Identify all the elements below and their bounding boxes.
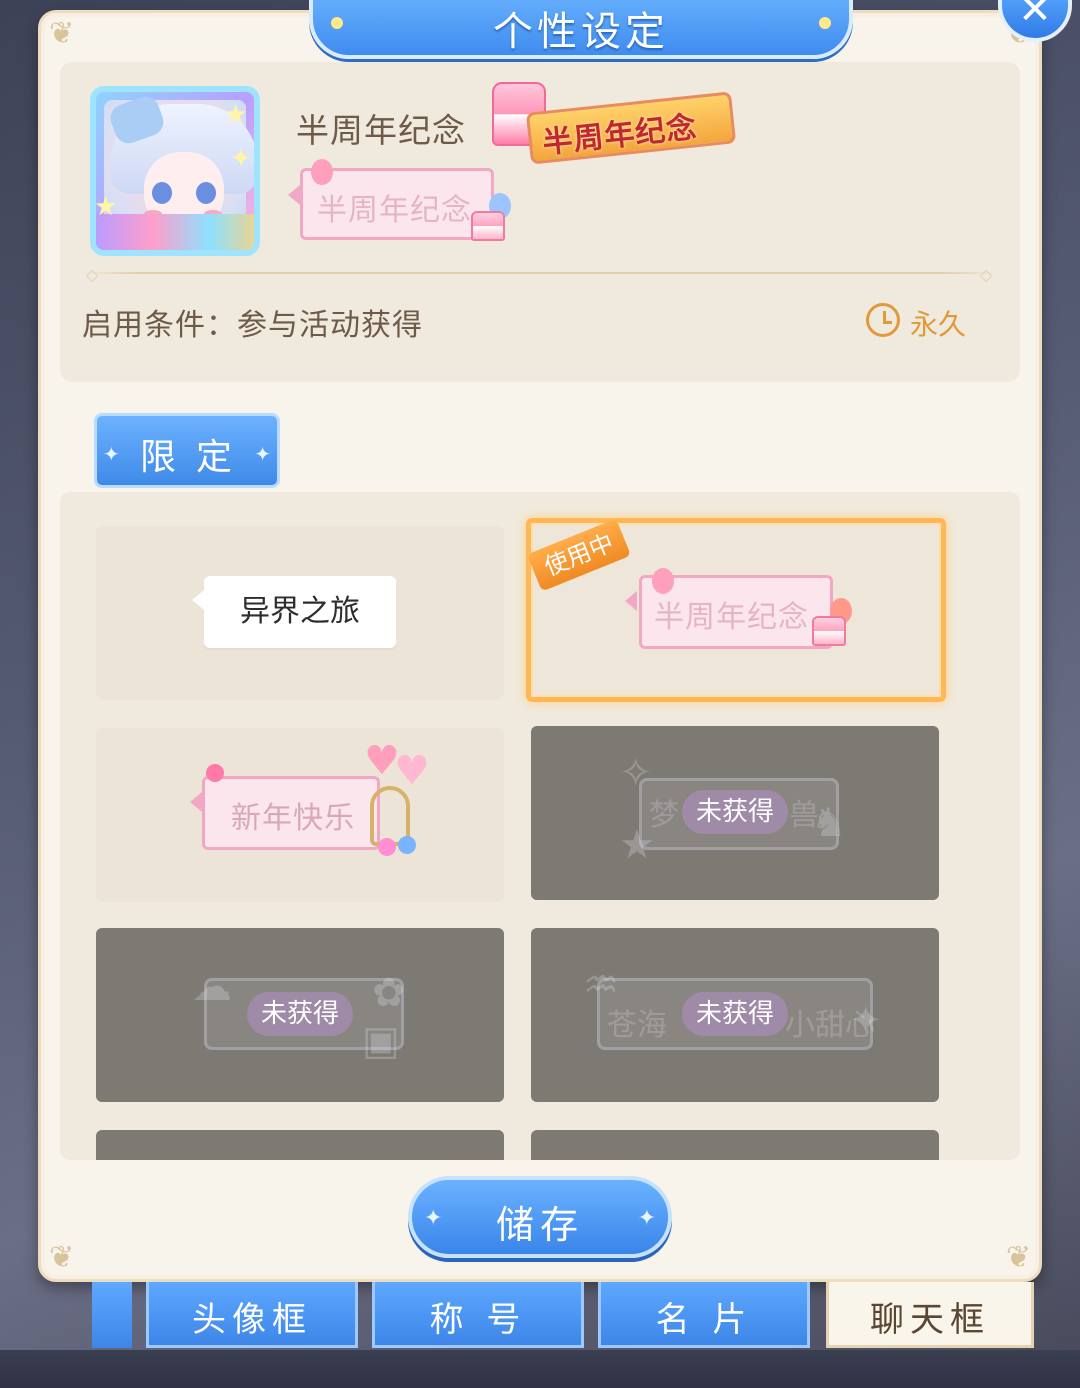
banner-dot-icon — [331, 17, 343, 29]
tab-limited[interactable]: ✦ 限定 ✦ — [94, 413, 280, 488]
not-obtained-badge: 未获得 — [247, 992, 353, 1036]
sparkle-icon: ✦ — [254, 442, 271, 466]
cake-icon — [471, 211, 505, 241]
divider-diamond-icon: ◇ — [86, 265, 99, 284]
name-badge: 半周年纪念 — [488, 76, 750, 168]
corner-ornament-icon: ❦ — [49, 16, 75, 51]
background-strip — [0, 1350, 1080, 1388]
unicorn-icon: ♞ — [811, 800, 847, 846]
cat-icon: ✦ — [849, 998, 883, 1044]
in-use-badge: 使用中 — [527, 518, 631, 592]
save-button[interactable]: ✦ 储存 ✦ — [408, 1176, 672, 1258]
corner-ornament-icon: ❦ — [49, 1240, 75, 1275]
chat-frame-preview: 新年快乐 — [202, 776, 380, 850]
chat-frame-preview: 半周年纪念 — [639, 568, 852, 649]
chat-frame-item[interactable]: 异界之旅 — [96, 526, 504, 700]
not-obtained-badge: 未获得 — [682, 992, 788, 1036]
duration-label: 永久 — [910, 308, 967, 341]
chat-frame-item-locked[interactable]: 苍海 小甜心 ♒ ✦ 未获得 — [531, 928, 939, 1102]
fish-icon: ♒ — [583, 962, 619, 1008]
cloud-icon: ☁ — [192, 964, 232, 1010]
star-icon: ✦ — [230, 144, 252, 174]
cake-icon — [812, 616, 846, 646]
chat-frame-item-locked[interactable]: ☁ ▣ ✿ 未获得 — [96, 928, 504, 1102]
chat-frame-preview-text: 半周年纪念 — [654, 600, 809, 635]
bubble-tail — [625, 591, 637, 611]
unlock-condition: 启用条件：参与活动获得 — [82, 308, 423, 343]
tab-title-label: 称 号 — [429, 1300, 527, 1340]
bubble-tail — [190, 792, 202, 812]
chat-frame-item-locked[interactable]: 梦 兽 ✧ ★ ♞ 未获得 — [531, 726, 939, 900]
bubble-tail — [288, 185, 300, 205]
chat-frame-grid: 异界之旅 半周年纪念 使用中 新年快乐 ♥ ♥ 梦 兽 ✧ ★ ♞ 未获得 ☁ … — [60, 492, 1020, 1160]
star-icon: ★ — [224, 100, 248, 130]
divider — [82, 272, 998, 274]
clock-icon — [866, 303, 900, 337]
balloon-icon — [652, 568, 674, 594]
chat-frame-preview: 异界之旅 — [204, 576, 396, 648]
tab-limited-label: 限定 — [139, 437, 252, 478]
item-name: 半周年纪念 — [296, 111, 466, 150]
avatar-frame-decor — [96, 214, 254, 250]
flower-icon — [398, 836, 416, 854]
avatar-eye — [196, 182, 216, 204]
close-icon: ✕ — [1018, 0, 1052, 33]
star-icon: ✧ — [619, 750, 653, 796]
bunny-icon: ✿ — [372, 970, 406, 1016]
tab-avatar-frame[interactable]: 头像框 — [146, 1282, 358, 1348]
gift-icon: ▣ — [362, 1018, 400, 1064]
corner-ornament-icon: ❦ — [1005, 1240, 1031, 1275]
banner-dot-icon — [819, 17, 831, 29]
bubble-tail — [192, 590, 204, 610]
sparkle-icon: ✦ — [637, 1206, 656, 1231]
tab-overflow[interactable] — [92, 1282, 132, 1348]
divider-diamond-icon: ◇ — [980, 265, 993, 284]
chat-frame-item-selected[interactable]: 半周年纪念 使用中 — [526, 518, 946, 702]
save-button-label: 储存 — [495, 1203, 584, 1247]
chat-bubble-preview: 半周年纪念 — [288, 159, 511, 241]
chat-frame-item-locked[interactable] — [96, 1130, 504, 1160]
tab-title[interactable]: 称 号 — [372, 1282, 584, 1348]
not-obtained-badge: 未获得 — [682, 790, 788, 834]
avatar-preview: ★ ★ ✦ — [90, 86, 260, 256]
sparkle-icon: ✦ — [103, 442, 120, 466]
bubble-preview-text: 半周年纪念 — [317, 193, 472, 228]
page-title: 个性设定 — [493, 9, 669, 55]
sparkle-icon: ✦ — [424, 1206, 443, 1231]
chat-frame-item-locked[interactable] — [531, 1130, 939, 1160]
tab-name-card-label: 名 片 — [655, 1300, 753, 1340]
tab-avatar-frame-label: 头像框 — [192, 1300, 312, 1340]
balloon-icon — [311, 159, 333, 185]
tab-chat-frame-label: 聊天框 — [870, 1300, 990, 1340]
tab-name-card[interactable]: 名 片 — [598, 1282, 810, 1348]
title-banner: 个性设定 — [309, 0, 853, 59]
flower-icon — [378, 838, 396, 856]
flower-icon — [206, 764, 224, 782]
avatar-eye — [152, 182, 172, 204]
star-icon: ★ — [619, 822, 655, 868]
chat-frame-item[interactable]: 新年快乐 ♥ ♥ — [96, 728, 504, 902]
tab-chat-frame[interactable]: 聊天框 — [826, 1282, 1034, 1348]
star-icon: ★ — [94, 192, 118, 222]
heart-icon: ♥ — [394, 748, 430, 794]
chat-frame-preview-text: 新年快乐 — [231, 801, 355, 836]
